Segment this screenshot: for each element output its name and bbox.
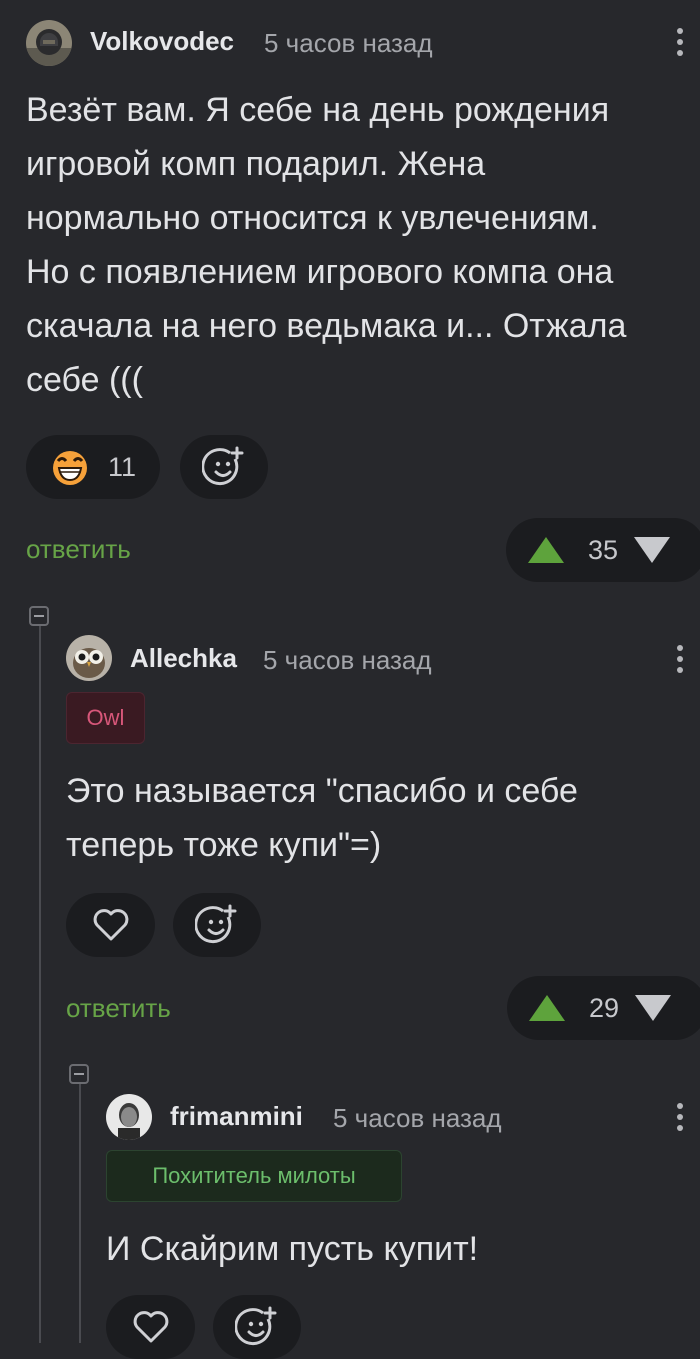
add-reaction-button[interactable] bbox=[213, 1295, 301, 1359]
add-emoji-icon bbox=[195, 904, 237, 944]
avatar[interactable] bbox=[66, 635, 112, 681]
comment-line: Везёт вам. Я себе на день рождения bbox=[26, 91, 610, 129]
comment-line: скачала на него ведьмака и... Отжала bbox=[26, 307, 627, 345]
downvote-icon[interactable] bbox=[632, 535, 672, 565]
avatar[interactable] bbox=[26, 20, 72, 66]
add-emoji-icon bbox=[202, 446, 244, 486]
rating-control: 29 bbox=[507, 976, 700, 1040]
upvote-icon[interactable] bbox=[526, 535, 566, 565]
user-tag[interactable]: Owl bbox=[66, 692, 145, 744]
reply-button[interactable]: ответить bbox=[26, 534, 131, 565]
comment-line: игровой комп подарил. Жена bbox=[26, 145, 486, 183]
comment-text: И Скайрим пусть купит! bbox=[106, 1222, 478, 1276]
comment-time: 5 часов назад bbox=[333, 1103, 502, 1133]
avatar-allechka-image bbox=[66, 635, 112, 681]
more-icon[interactable] bbox=[675, 1103, 685, 1131]
comment-line: нормально относится к увлечениям. bbox=[26, 199, 599, 237]
user-tag[interactable]: Похититель милоты bbox=[106, 1150, 402, 1202]
thread-line bbox=[39, 620, 41, 1343]
like-button[interactable] bbox=[106, 1295, 195, 1359]
comment-line: себе ((( bbox=[26, 361, 143, 399]
upvote-icon[interactable] bbox=[527, 993, 567, 1023]
comment-line: Но с появлением игрового компа она bbox=[26, 253, 614, 291]
comment-text: Везёт вам. Я себе на день рождения игров… bbox=[26, 83, 626, 407]
comment-time: 5 часов назад bbox=[263, 645, 432, 675]
rating-count: 29 bbox=[589, 992, 620, 1023]
comment-author[interactable]: frimanmini bbox=[170, 1101, 303, 1132]
collapse-icon[interactable] bbox=[69, 1064, 89, 1084]
reply-button[interactable]: ответить bbox=[66, 993, 171, 1024]
comment-author[interactable]: Volkovodec bbox=[90, 26, 234, 57]
collapse-icon[interactable] bbox=[29, 606, 49, 626]
grinning-emoji-icon bbox=[53, 451, 87, 485]
like-button[interactable] bbox=[66, 893, 155, 957]
comment-text: Это называется "спасибо и себе теперь то… bbox=[66, 764, 578, 872]
add-reaction-button[interactable] bbox=[180, 435, 268, 499]
comment-line: Это называется "спасибо и себе bbox=[66, 772, 578, 810]
more-icon[interactable] bbox=[675, 645, 685, 673]
comment-time: 5 часов назад bbox=[264, 28, 433, 58]
avatar-frimanmini-image bbox=[106, 1094, 152, 1140]
downvote-icon[interactable] bbox=[633, 993, 673, 1023]
add-emoji-icon bbox=[235, 1306, 277, 1346]
add-reaction-button[interactable] bbox=[173, 893, 261, 957]
rating-count: 35 bbox=[588, 534, 619, 565]
avatar-volkovodec-image bbox=[26, 20, 72, 66]
comment-author[interactable]: Allechka bbox=[130, 643, 237, 674]
thread-line bbox=[79, 1078, 81, 1343]
more-icon[interactable] bbox=[675, 28, 685, 56]
rating-control: 35 bbox=[506, 518, 700, 582]
comment-line: И Скайрим пусть купит! bbox=[106, 1230, 479, 1268]
heart-icon bbox=[133, 1311, 168, 1343]
reaction-button[interactable]: 11 bbox=[26, 435, 160, 499]
reaction-count: 11 bbox=[108, 451, 137, 482]
comment-line: теперь тоже купи"=) bbox=[66, 826, 382, 864]
heart-icon bbox=[93, 909, 128, 941]
avatar[interactable] bbox=[106, 1094, 152, 1140]
